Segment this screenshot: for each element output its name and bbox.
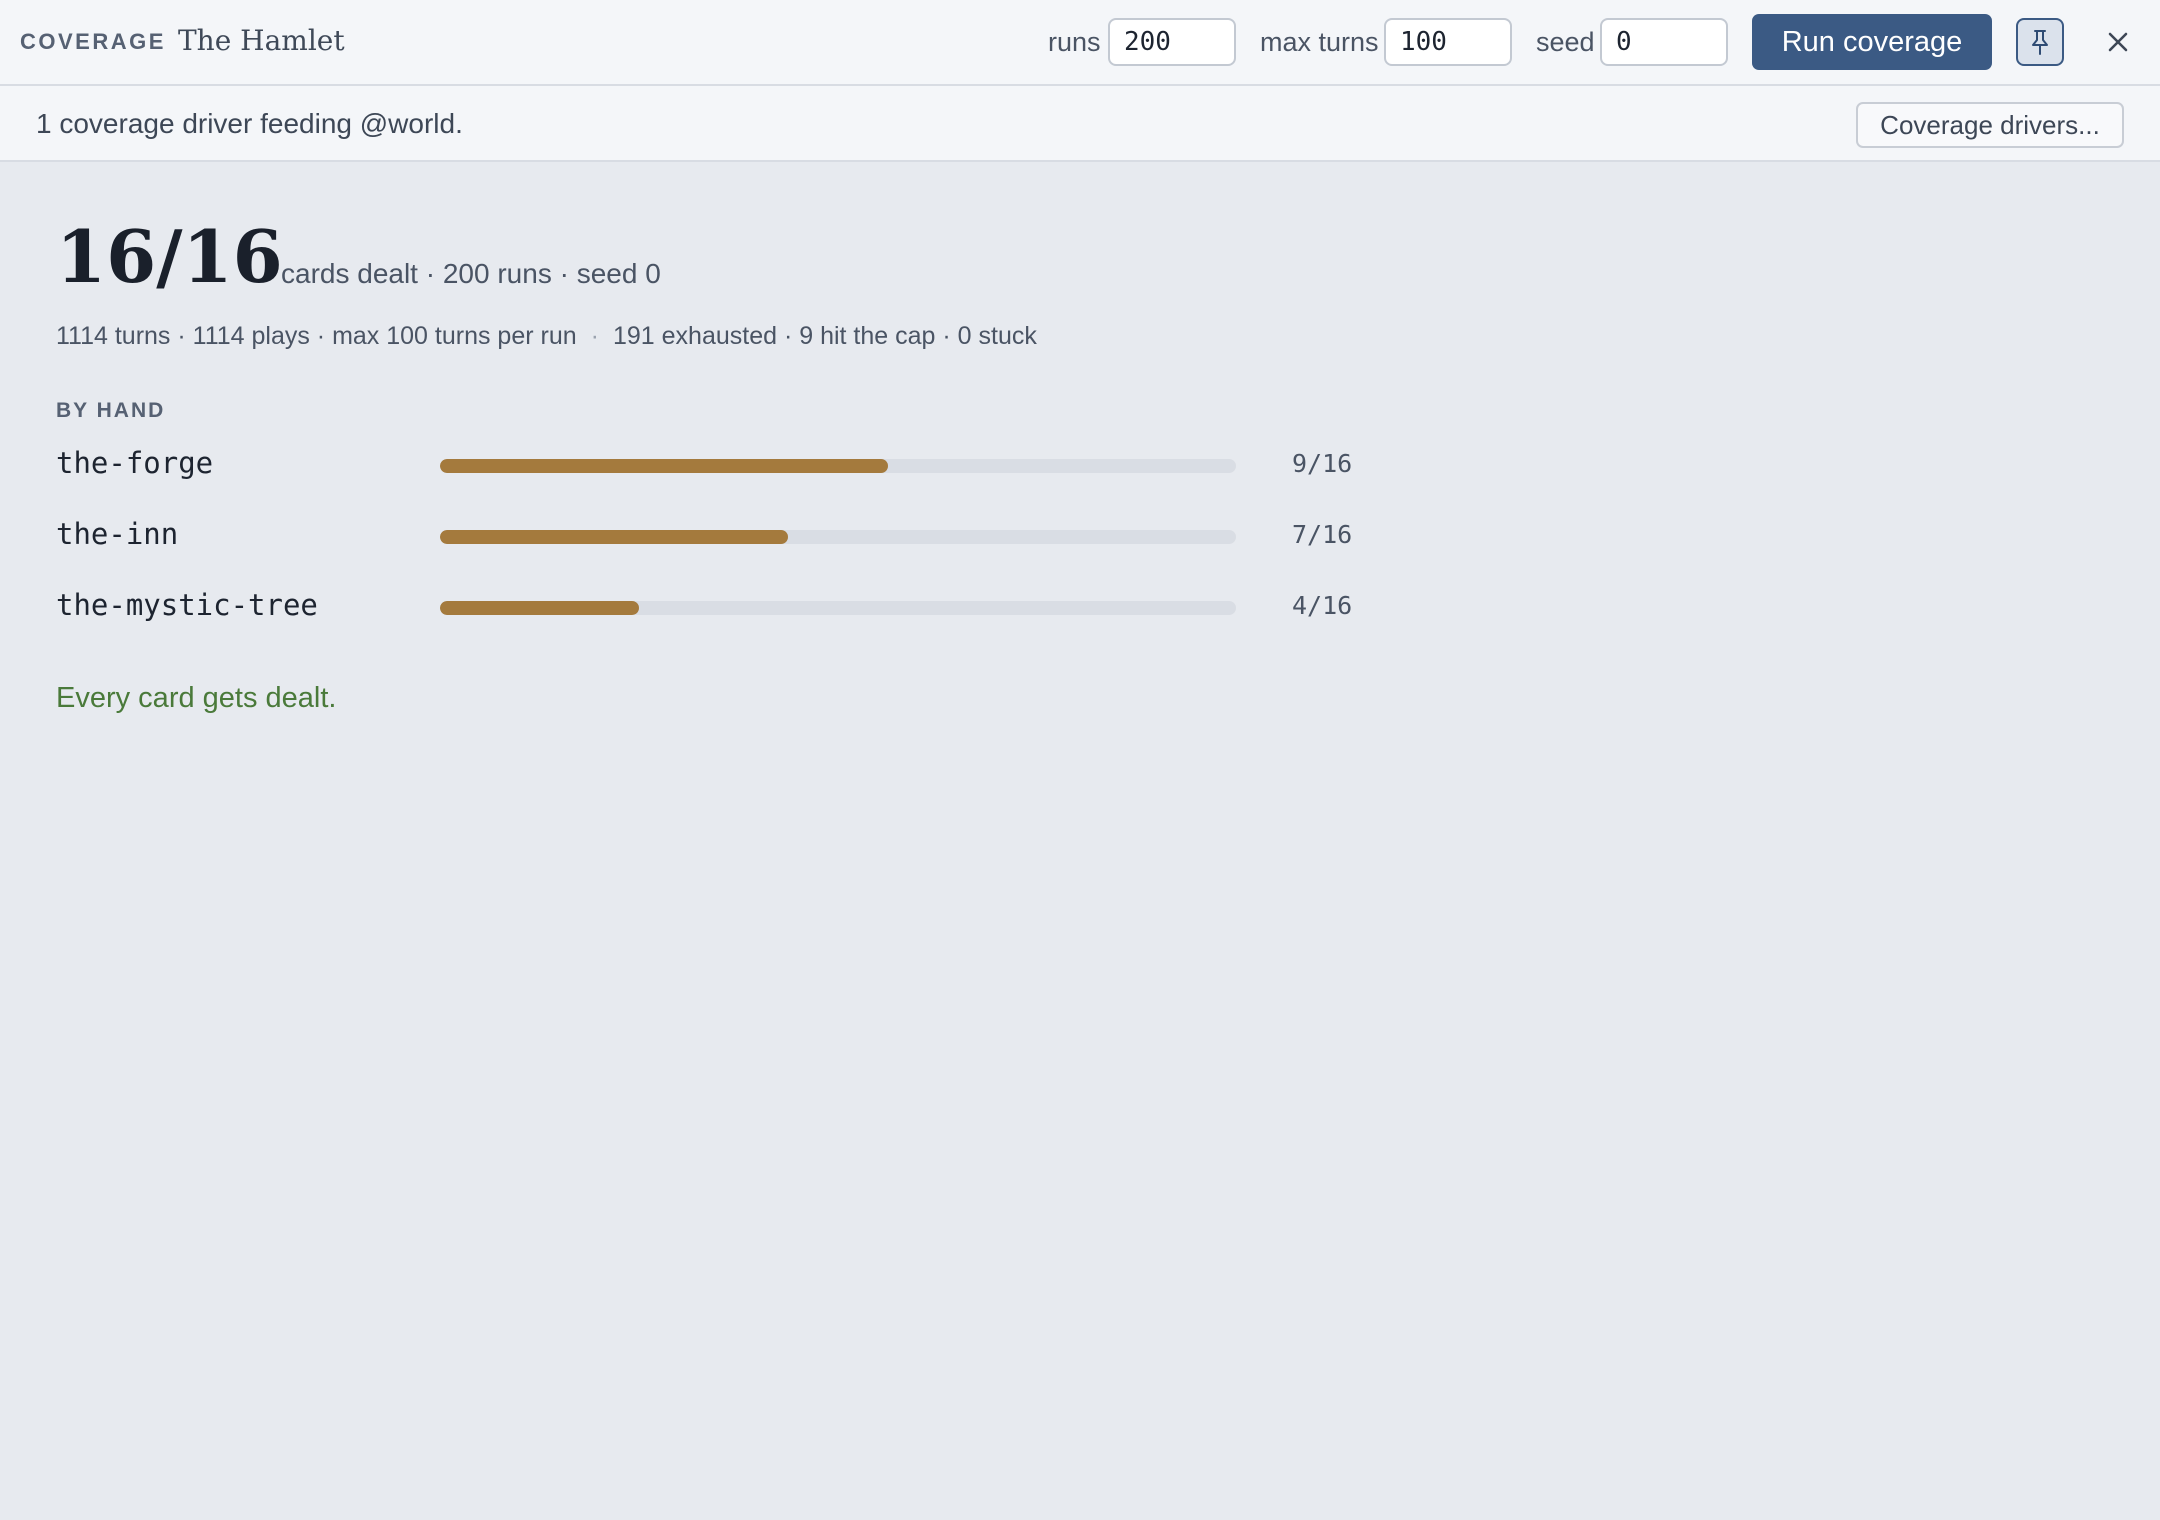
top-toolbar: COVERAGE The Hamlet runs max turns seed …: [0, 0, 2160, 86]
by-hand-heading: BY HAND: [56, 399, 166, 422]
cards-dealt-count: 16/16: [56, 214, 283, 299]
coverage-bar-fill: [440, 459, 888, 473]
seed-input[interactable]: [1600, 18, 1728, 66]
coverage-bar-fill: [440, 601, 639, 615]
coverage-drivers-button[interactable]: Coverage drivers...: [1856, 102, 2124, 148]
driver-status-bar: 1 coverage driver feeding @world. Covera…: [0, 86, 2160, 162]
stats-separator: ·: [590, 322, 599, 350]
hand-name: the-mystic-tree: [56, 588, 318, 622]
hand-fraction: 7/16: [1292, 520, 1353, 549]
driver-status-text: 1 coverage driver feeding @world.: [36, 108, 463, 139]
close-button[interactable]: [2098, 22, 2138, 62]
runs-input[interactable]: [1108, 18, 1236, 66]
panel-label: COVERAGE: [20, 29, 166, 54]
hand-name: the-forge: [56, 446, 214, 480]
story-title: The Hamlet: [178, 24, 345, 57]
hand-fraction: 4/16: [1292, 591, 1353, 620]
coverage-bar-track: [440, 601, 1236, 615]
max-turns-input[interactable]: [1384, 18, 1512, 66]
pin-button[interactable]: [2016, 18, 2064, 66]
close-icon: [2108, 32, 2128, 52]
run-stats-turns: 1114 turns · 1114 plays · max 100 turns …: [56, 322, 577, 350]
run-stats: 1114 turns · 1114 plays · max 100 turns …: [56, 322, 1037, 351]
pin-icon: [2032, 30, 2048, 55]
coverage-bar-track: [440, 530, 1236, 544]
cards-dealt-caption: cards dealt · 200 runs · seed 0: [281, 258, 661, 289]
run-coverage-button[interactable]: Run coverage: [1752, 14, 1992, 70]
coverage-bar-track: [440, 459, 1236, 473]
hand-row: the-inn 7/16: [56, 511, 1356, 559]
run-stats-outcomes: 191 exhausted · 9 hit the cap · 0 stuck: [612, 322, 1037, 350]
hand-row: the-forge 9/16: [56, 440, 1356, 488]
seed-label: seed: [1536, 27, 1595, 57]
coverage-bar-fill: [440, 530, 789, 544]
hand-row: the-mystic-tree 4/16: [56, 582, 1356, 630]
runs-label: runs: [1048, 27, 1101, 57]
coverage-verdict: Every card gets dealt.: [56, 682, 337, 714]
hand-name: the-inn: [56, 517, 179, 551]
hand-fraction: 9/16: [1292, 449, 1353, 478]
max-turns-label: max turns: [1260, 27, 1379, 57]
